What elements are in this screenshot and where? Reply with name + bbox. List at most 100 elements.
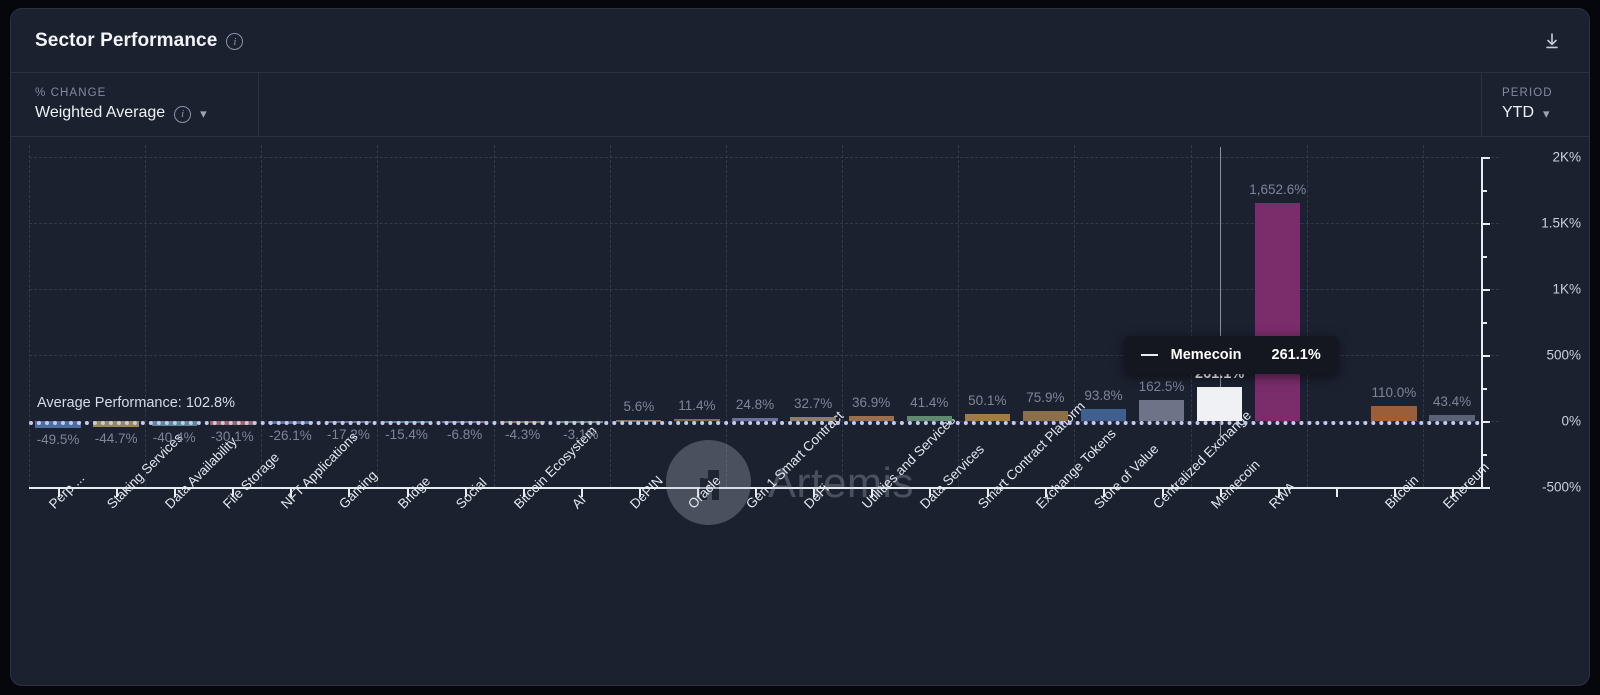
change-metric-selector[interactable]: % CHANGE Weighted Average i ▾ bbox=[11, 73, 259, 136]
bar-bitcoin[interactable] bbox=[1371, 406, 1416, 421]
period-selector[interactable]: PERIOD YTD ▾ bbox=[1481, 73, 1589, 136]
gridline-vertical bbox=[842, 145, 843, 487]
x-axis-label-bridge: Bridge bbox=[395, 473, 433, 511]
gridline-vertical bbox=[726, 145, 727, 487]
gridline-vertical bbox=[29, 145, 30, 487]
tooltip-series-value: 261.1% bbox=[1272, 347, 1321, 363]
x-axis-label-file-storage: File Storage bbox=[220, 450, 282, 512]
bar-value-label: -3.1% bbox=[563, 427, 598, 442]
sector-performance-chart[interactable]: Artemis Average Performance: 102.8% Meme… bbox=[11, 137, 1589, 686]
chevron-down-icon[interactable]: ▾ bbox=[1543, 107, 1550, 120]
y-axis-tick bbox=[1481, 421, 1490, 423]
gridline-vertical bbox=[145, 145, 146, 487]
gridline-vertical bbox=[1074, 145, 1075, 487]
gridline-vertical bbox=[1191, 145, 1192, 487]
y-axis-tick-label: 500% bbox=[1546, 348, 1581, 363]
period-value-text: YTD bbox=[1502, 104, 1534, 122]
y-axis-tick-label: 1.5K% bbox=[1541, 216, 1581, 231]
x-axis-label-social: Social bbox=[453, 475, 490, 512]
bar-value-label: -17.2% bbox=[327, 427, 370, 442]
x-axis-label-oracle: Oracle bbox=[685, 473, 724, 512]
bar-value-label: 11.4% bbox=[678, 398, 715, 413]
download-icon[interactable] bbox=[1539, 28, 1565, 54]
change-metric-label: % CHANGE bbox=[35, 87, 234, 99]
x-axis-label-perp: Perp ... bbox=[46, 470, 87, 511]
average-performance-label: Average Performance: 102.8% bbox=[37, 395, 235, 411]
period-value: YTD ▾ bbox=[1502, 104, 1569, 122]
sector-performance-card: Sector Performance i % CHANGE Weighted A… bbox=[10, 8, 1590, 686]
y-axis-minor-tick bbox=[1481, 388, 1487, 390]
bar-value-label: -30.1% bbox=[211, 429, 254, 444]
gridline-vertical bbox=[494, 145, 495, 487]
y-axis-tick bbox=[1481, 289, 1490, 291]
bar-value-label: 36.9% bbox=[852, 395, 890, 410]
gridline-vertical bbox=[377, 145, 378, 487]
gridline-vertical bbox=[958, 145, 959, 487]
bar-value-label: 75.9% bbox=[1026, 390, 1064, 405]
bar-value-label: 93.8% bbox=[1084, 388, 1122, 403]
bar-value-label: 110.0% bbox=[1371, 385, 1416, 400]
bar-value-label: -44.7% bbox=[95, 431, 138, 446]
bar-memecoin[interactable] bbox=[1197, 387, 1242, 421]
bar-value-label: -26.1% bbox=[269, 428, 312, 443]
x-axis-label-depin: DePIN bbox=[627, 473, 666, 512]
y-axis-tick bbox=[1481, 487, 1490, 489]
y-axis-minor-tick bbox=[1481, 256, 1487, 258]
bar-rwa[interactable] bbox=[1255, 203, 1300, 421]
bar-value-label: 162.5% bbox=[1139, 379, 1185, 394]
gridline-vertical bbox=[261, 145, 262, 487]
x-axis-label-gaming: Gaming bbox=[336, 468, 380, 512]
chart-tooltip: Memecoin 261.1% bbox=[1124, 336, 1338, 374]
y-axis-minor-tick bbox=[1481, 322, 1487, 324]
bar-value-label: 32.7% bbox=[794, 396, 832, 411]
y-axis-tick bbox=[1481, 355, 1490, 357]
change-metric-value-text: Weighted Average bbox=[35, 104, 165, 122]
y-axis-minor-tick bbox=[1481, 190, 1487, 192]
x-axis-label-rwa: RWA bbox=[1266, 479, 1298, 511]
bar-value-label: -4.3% bbox=[505, 427, 540, 442]
gridline-vertical bbox=[1307, 145, 1308, 487]
change-metric-value: Weighted Average i ▾ bbox=[35, 104, 234, 122]
x-axis-label-memecoin: Memecoin bbox=[1208, 457, 1263, 512]
y-axis-tick-label: 0% bbox=[1561, 414, 1581, 429]
bar-centralized-exchange[interactable] bbox=[1139, 400, 1184, 421]
bar-value-label: 1,652.6% bbox=[1249, 182, 1306, 197]
y-axis-tick-label: 1K% bbox=[1552, 282, 1581, 297]
x-axis-label-ai: AI bbox=[569, 492, 589, 512]
bar-value-label: 41.4% bbox=[910, 395, 948, 410]
bar-value-label: -49.5% bbox=[37, 432, 80, 447]
tooltip-series-marker-icon bbox=[1141, 354, 1158, 356]
page-title: Sector Performance bbox=[35, 30, 217, 52]
average-performance-line bbox=[29, 421, 1481, 425]
y-axis-tick-label: 2K% bbox=[1552, 150, 1581, 165]
control-bar-spacer bbox=[259, 73, 1481, 136]
bar-smart-contract-platform[interactable] bbox=[965, 414, 1010, 421]
x-axis-label-ethereum: Ethereum bbox=[1440, 460, 1492, 512]
bar-value-label: 5.6% bbox=[623, 399, 654, 414]
gridline-horizontal bbox=[29, 157, 1499, 158]
chevron-down-icon[interactable]: ▾ bbox=[200, 107, 207, 120]
bar-value-label: 50.1% bbox=[968, 393, 1006, 408]
gridline-vertical bbox=[610, 145, 611, 487]
y-axis-tick bbox=[1481, 157, 1490, 159]
gridline-vertical bbox=[1423, 145, 1424, 487]
bar-value-label: 24.8% bbox=[736, 397, 774, 412]
y-axis-tick bbox=[1481, 223, 1490, 225]
bar-value-label: -40.4% bbox=[153, 430, 196, 445]
x-axis-label-defi: DeFi bbox=[801, 481, 832, 512]
period-label: PERIOD bbox=[1502, 87, 1569, 99]
x-axis-label-utilities-and-services: Utilities and Services bbox=[859, 412, 958, 511]
x-axis-label-bitcoin: Bitcoin bbox=[1382, 472, 1421, 511]
y-axis-minor-tick bbox=[1481, 454, 1487, 456]
title-info-icon[interactable]: i bbox=[226, 33, 243, 50]
bar-value-label: -6.8% bbox=[447, 427, 482, 442]
card-header: Sector Performance i bbox=[11, 9, 1589, 73]
bar-value-label: 43.4% bbox=[1433, 394, 1471, 409]
tooltip-series-name: Memecoin bbox=[1171, 347, 1242, 363]
x-axis-tick bbox=[1336, 487, 1338, 497]
change-metric-info-icon[interactable]: i bbox=[174, 106, 191, 123]
bar-store-of-value[interactable] bbox=[1081, 409, 1126, 421]
bar-value-label: -15.4% bbox=[385, 427, 428, 442]
control-bar: % CHANGE Weighted Average i ▾ PERIOD YTD… bbox=[11, 73, 1589, 137]
bar-exchange-tokens[interactable] bbox=[1023, 411, 1068, 421]
